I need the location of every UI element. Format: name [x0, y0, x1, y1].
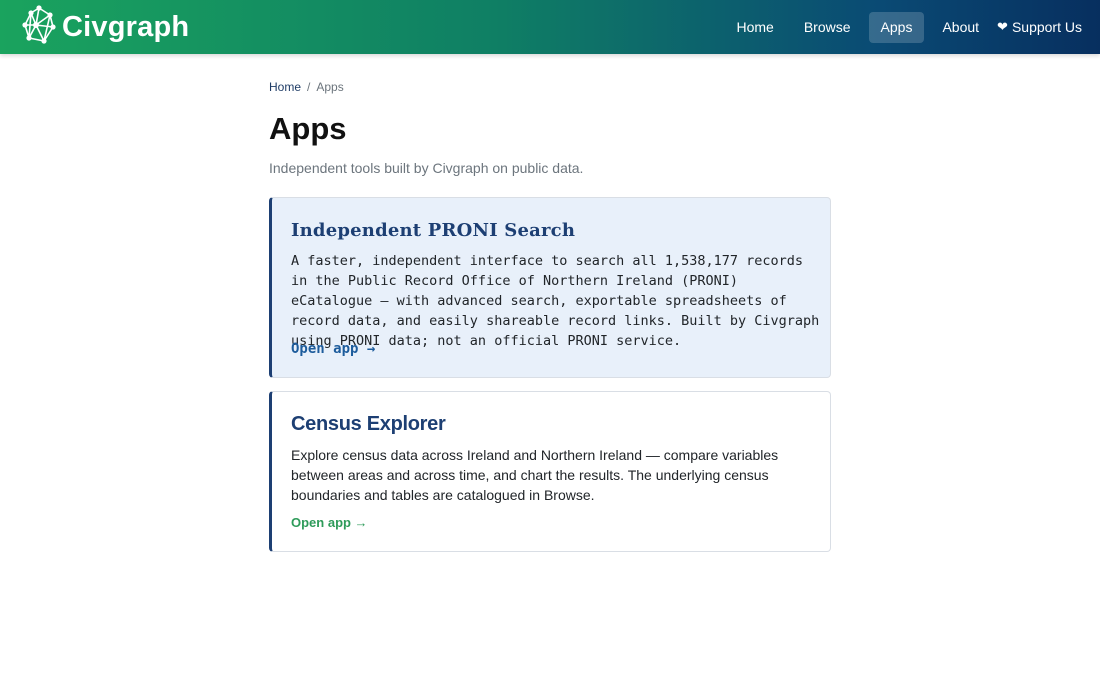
nav-home-link[interactable]: Home [724, 12, 785, 43]
app-card-census-explorer: Census Explorer Explore census data acro… [269, 391, 831, 552]
app-card-title: Census Explorer [291, 413, 446, 435]
brand-name: Civgraph [62, 10, 190, 43]
page-subtitle: Independent tools built by Civgraph on p… [269, 160, 584, 176]
app-card-proni-search: Independent PRONI Search A faster, indep… [269, 197, 831, 378]
brand-home-link[interactable]: Civgraph [22, 4, 190, 50]
heart-icon: ❤ [997, 18, 1008, 34]
app-card-description: A faster, independent interface to searc… [291, 253, 820, 349]
page-title: Apps [269, 111, 347, 146]
app-card-title: Independent PRONI Search [291, 220, 576, 241]
breadcrumb: Home / Apps [269, 80, 344, 94]
nav-about-link[interactable]: About [930, 12, 991, 43]
main-nav: Home Browse Apps About ❤ Support Us [724, 11, 1100, 43]
top-navbar: Civgraph Home Browse Apps About ❤ Suppor… [0, 0, 1100, 54]
breadcrumb-current: Apps [316, 80, 344, 94]
breadcrumb-home-link[interactable]: Home [269, 80, 301, 94]
support-label: Support Us [1011, 18, 1082, 35]
open-app-link[interactable]: Open app → [291, 515, 368, 530]
open-app-link[interactable]: Open app → [291, 341, 375, 357]
nav-browse-link[interactable]: Browse [792, 12, 863, 43]
nav-apps-link[interactable]: Apps [868, 11, 925, 43]
nav-support-link[interactable]: ❤ Support Us [997, 12, 1093, 43]
breadcrumb-separator: / [307, 80, 311, 94]
app-card-description: Explore census data across Ireland and N… [291, 447, 779, 503]
network-graph-icon [22, 4, 56, 50]
